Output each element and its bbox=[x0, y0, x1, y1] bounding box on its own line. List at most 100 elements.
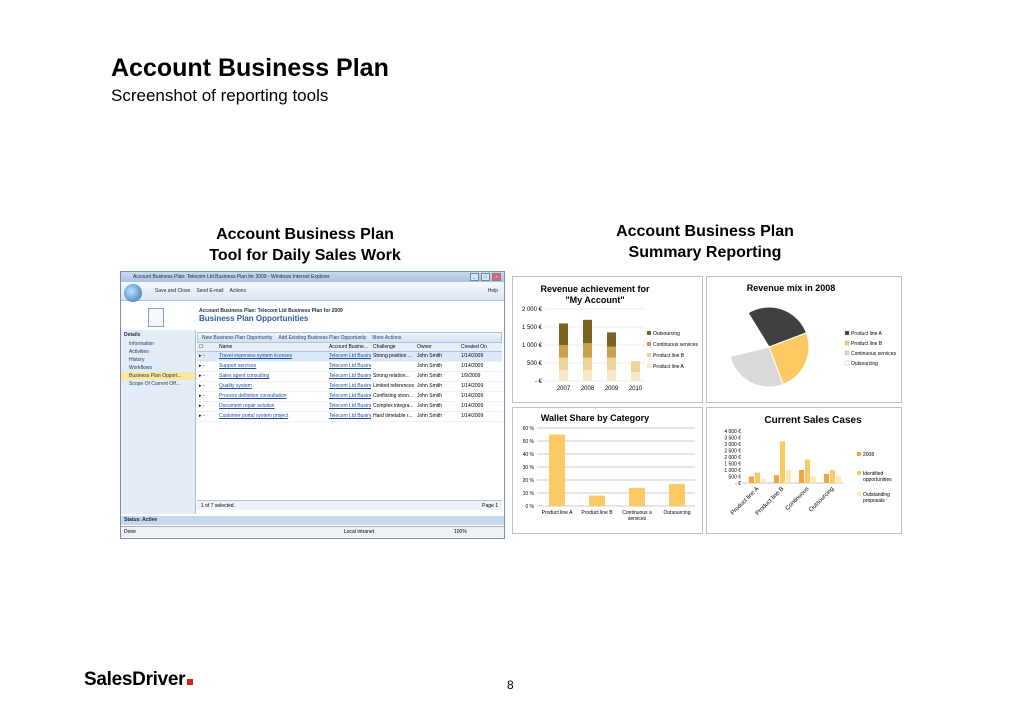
legend-swatch bbox=[647, 364, 651, 368]
y-tick-label: - € bbox=[535, 379, 543, 385]
bar bbox=[780, 441, 785, 483]
left-section-title-line2: Tool for Daily Sales Work bbox=[209, 247, 401, 264]
y-tick-label: 3 500 € bbox=[724, 436, 741, 442]
y-tick-label: 0 % bbox=[525, 504, 534, 510]
ie-window-title: Account Business Plan: Telecom Ltd Busin… bbox=[133, 274, 330, 280]
bar bbox=[669, 483, 685, 506]
y-tick-label: 60 % bbox=[523, 426, 535, 432]
send-email-button[interactable]: Send E-mail bbox=[196, 288, 223, 294]
nav-item-information[interactable]: Information bbox=[121, 340, 195, 348]
table-cell[interactable]: Support services bbox=[217, 362, 327, 371]
bar bbox=[799, 470, 804, 483]
more-actions-button[interactable]: More Actions bbox=[372, 335, 401, 341]
table-cell[interactable]: Document repair solution bbox=[217, 402, 327, 411]
record-header: Account Business Plan: Telecom Ltd Busin… bbox=[199, 308, 343, 323]
save-and-close-button[interactable]: Save and Close bbox=[155, 288, 190, 294]
nav-item-history[interactable]: History bbox=[121, 356, 195, 364]
nav-item-business-plan-opportunities[interactable]: Business Plan Opport... bbox=[121, 372, 195, 380]
x-tick-label: Product line A bbox=[542, 510, 574, 516]
document-icon bbox=[148, 308, 164, 327]
legend-swatch bbox=[844, 330, 850, 336]
column-header-account[interactable]: Account Busine... bbox=[327, 343, 371, 351]
table-cell: Limited references bbox=[373, 383, 415, 389]
bar bbox=[589, 495, 605, 506]
column-header-name[interactable]: Name bbox=[217, 343, 327, 351]
close-icon[interactable]: × bbox=[492, 273, 501, 281]
new-opportunity-button[interactable]: New Business Plan Opportunity bbox=[202, 335, 272, 341]
legend-label: Product line A bbox=[851, 331, 883, 337]
y-tick-label: 2 500 € bbox=[724, 449, 741, 455]
x-tick-label: Outsourcing bbox=[664, 510, 691, 516]
table-cell[interactable]: Process definition consultation bbox=[217, 392, 327, 401]
bar bbox=[749, 476, 754, 483]
x-tick-label: Outsourcing bbox=[808, 486, 835, 513]
y-tick-label: 3 000 € bbox=[724, 442, 741, 448]
x-tick-label: 2010 bbox=[629, 386, 643, 392]
table-cell: 1/9/2009 bbox=[461, 373, 481, 379]
table-row[interactable]: ▸ ▫ Quality system Telecom Ltd Busine Limit… bbox=[197, 382, 502, 392]
minimize-icon[interactable]: _ bbox=[470, 273, 479, 281]
table-cell[interactable]: Telecom Ltd Busine bbox=[327, 392, 371, 401]
y-tick-label: 4 000 € bbox=[724, 429, 741, 435]
logo-dot-icon bbox=[187, 679, 194, 685]
x-tick-label: 2008 bbox=[581, 386, 595, 392]
table-cell[interactable]: Quality system bbox=[217, 382, 327, 391]
table-cell: 1/14/2009 bbox=[461, 363, 484, 369]
table-row[interactable]: ▸ ▫ Customer portal system project Telecom… bbox=[197, 412, 502, 422]
table-cell: 1/14/2009 bbox=[461, 383, 484, 389]
table-row[interactable]: ▸ ▫ Travel expenses system licenses Teleco… bbox=[197, 352, 502, 362]
x-tick-label: services bbox=[628, 516, 647, 522]
help-button[interactable]: Help bbox=[488, 288, 498, 294]
table-cell: 1/14/2009 bbox=[461, 403, 484, 409]
table-cell[interactable]: Telecom Ltd Busine bbox=[327, 412, 371, 421]
bar-segment bbox=[583, 343, 592, 358]
table-cell[interactable]: Travel expenses system licenses bbox=[217, 352, 327, 361]
legend-label-cont: proposals bbox=[863, 498, 885, 504]
table-row[interactable]: ▸ ▫ Support services Telecom Ltd Busine Joh… bbox=[197, 362, 502, 372]
pager[interactable]: Page 1 bbox=[482, 503, 498, 509]
maximize-icon[interactable]: □ bbox=[481, 273, 490, 281]
table-cell[interactable]: Customer portal system project bbox=[217, 412, 327, 421]
column-header-challenge[interactable]: Challenge bbox=[371, 343, 415, 351]
column-header-created-on[interactable]: Created On bbox=[459, 343, 501, 351]
nav-item-activities[interactable]: Activities bbox=[121, 348, 195, 356]
legend-swatch bbox=[844, 360, 850, 366]
table-cell[interactable]: Telecom Ltd Busine bbox=[327, 352, 371, 361]
bar-segment bbox=[583, 357, 592, 371]
legend-swatch bbox=[647, 342, 651, 346]
nav-item-workflows[interactable]: Workflows bbox=[121, 364, 195, 372]
chart-title: Revenue mix in 2008 bbox=[747, 283, 836, 293]
ie-zoom[interactable]: 100% bbox=[454, 527, 467, 537]
legend-label: Product line A bbox=[653, 364, 685, 370]
table-cell[interactable]: Telecom Ltd Busine bbox=[327, 362, 371, 371]
salesdriver-logo: SalesDriver bbox=[84, 669, 194, 691]
table-cell[interactable]: Telecom Ltd Busine bbox=[327, 402, 371, 411]
ie-status-text: Done bbox=[124, 529, 136, 535]
legend-swatch bbox=[857, 452, 861, 456]
chart-title-line2: "My Account" bbox=[565, 295, 624, 305]
table-cell[interactable]: Telecom Ltd Busine bbox=[327, 372, 371, 381]
grid-header: ☐ Name Account Busine... Challenge Owner… bbox=[197, 343, 502, 352]
ie-toolbar: Save and Close Send E-mail Actions Help bbox=[121, 282, 504, 301]
bar bbox=[836, 476, 841, 483]
legend-label: Outsourcing bbox=[653, 331, 680, 337]
table-cell[interactable]: Telecom Ltd Busine bbox=[327, 382, 371, 391]
add-existing-opportunity-button[interactable]: Add Existing Business Plan Opportunity bbox=[278, 335, 366, 341]
actions-button[interactable]: Actions bbox=[230, 288, 246, 294]
x-tick-label: Product line B bbox=[581, 510, 613, 516]
table-row[interactable]: ▸ ▫ Document repair solution Telecom Ltd B… bbox=[197, 402, 502, 412]
table-row[interactable]: ▸ ▫ Sales agent consulting Telecom Ltd Bus… bbox=[197, 372, 502, 382]
chart-title: Revenue achievement for bbox=[540, 284, 650, 294]
nav-header: Details bbox=[124, 332, 141, 338]
page-subtitle: Screenshot of reporting tools bbox=[111, 86, 329, 105]
column-header-owner[interactable]: Owner bbox=[415, 343, 459, 351]
revenue-mix-chart: Revenue mix in 2008 Product line A Product… bbox=[706, 276, 902, 403]
revenue-achievement-chart: Revenue achievement for "My Account" - € 50… bbox=[512, 276, 703, 403]
select-all-checkbox[interactable]: ☐ bbox=[197, 343, 217, 351]
table-row[interactable]: ▸ ▫ Process definition consultation Teleco… bbox=[197, 392, 502, 402]
row-icon: ▸ ▫ bbox=[199, 393, 205, 399]
legend-label: 2008 bbox=[863, 452, 874, 458]
table-cell[interactable]: Sales agent consulting bbox=[217, 372, 327, 381]
nav-item-scope[interactable]: Scope Of Current Off... bbox=[121, 380, 195, 388]
page-number: 8 bbox=[507, 678, 514, 692]
